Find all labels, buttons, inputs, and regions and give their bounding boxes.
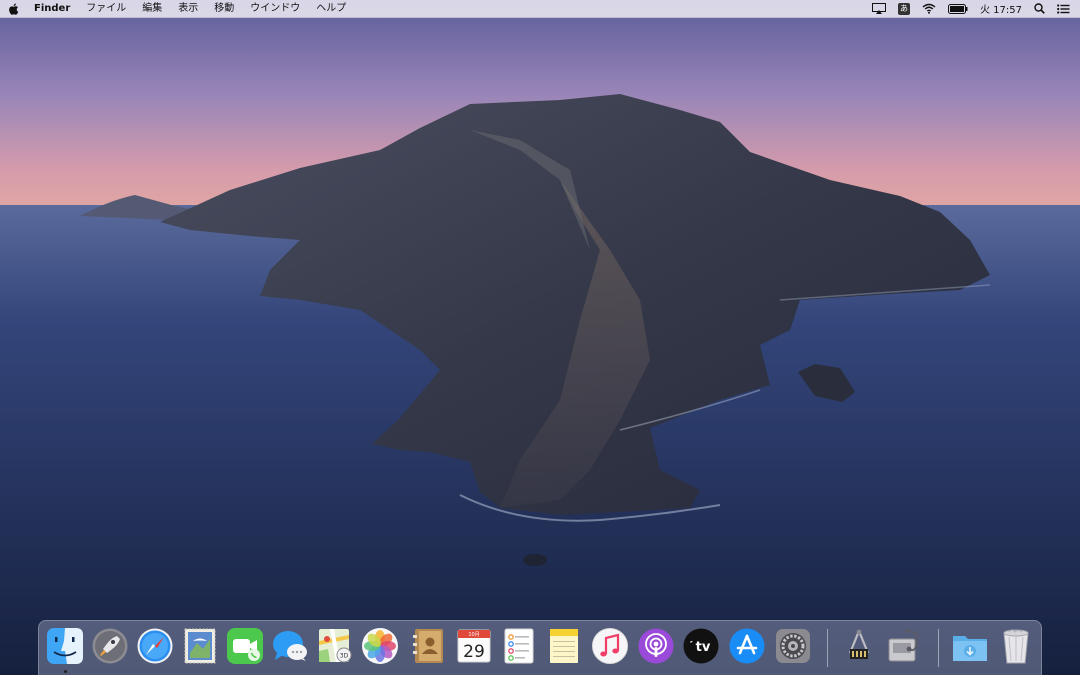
- input-source-icon[interactable]: あ: [892, 0, 916, 17]
- tv-icon[interactable]: tv: [682, 627, 720, 665]
- notes-icon[interactable]: [545, 627, 583, 665]
- calendar-month-label: 10月: [468, 632, 479, 638]
- menu-file[interactable]: ファイル: [78, 0, 134, 17]
- menu-view[interactable]: 表示: [170, 0, 206, 17]
- spotlight-search-icon[interactable]: [1028, 0, 1051, 17]
- safari-icon[interactable]: [136, 627, 174, 665]
- disk-utility-icon[interactable]: [885, 627, 923, 665]
- menu-window[interactable]: ウインドウ: [242, 0, 308, 17]
- dock-separator: [827, 629, 828, 667]
- reminders-icon[interactable]: [500, 627, 538, 665]
- finder-running-indicator: [64, 670, 67, 673]
- mail-icon[interactable]: [181, 627, 219, 665]
- dock: 3D 10月 29 tv: [38, 620, 1042, 675]
- desktop-wallpaper: [0, 0, 1080, 675]
- menu-edit[interactable]: 編集: [134, 0, 170, 17]
- system-information-icon[interactable]: [840, 627, 878, 665]
- launchpad-icon[interactable]: [91, 627, 129, 665]
- music-icon[interactable]: [591, 627, 629, 665]
- tv-label: tv: [696, 640, 711, 655]
- system-preferences-icon[interactable]: [774, 627, 812, 665]
- maps-icon[interactable]: 3D: [316, 627, 354, 665]
- contacts-icon[interactable]: [410, 627, 448, 665]
- menu-bar: Finder ファイル 編集 表示 移動 ウインドウ ヘルプ あ 火 17:57: [0, 0, 1080, 18]
- downloads-folder-icon[interactable]: [951, 627, 989, 665]
- messages-icon[interactable]: [271, 627, 309, 665]
- svg-text:3D: 3D: [340, 653, 349, 660]
- apple-menu-icon[interactable]: [0, 3, 26, 15]
- trash-icon[interactable]: [997, 627, 1035, 665]
- app-store-icon[interactable]: [728, 627, 766, 665]
- status-area: あ 火 17:57: [866, 0, 1080, 17]
- dock-separator: [938, 629, 939, 667]
- airplay-icon[interactable]: [866, 0, 892, 17]
- menu-go[interactable]: 移動: [206, 0, 242, 17]
- notification-center-icon[interactable]: [1051, 0, 1080, 17]
- app-menu-finder[interactable]: Finder: [26, 0, 78, 17]
- input-source-label: あ: [898, 2, 910, 15]
- photos-icon[interactable]: [361, 627, 399, 665]
- calendar-day-label: 29: [463, 642, 485, 662]
- wifi-icon[interactable]: [916, 0, 942, 17]
- finder-icon[interactable]: [46, 627, 84, 665]
- calendar-icon[interactable]: 10月 29: [455, 627, 493, 665]
- clock[interactable]: 火 17:57: [974, 0, 1028, 17]
- podcasts-icon[interactable]: [637, 627, 675, 665]
- facetime-icon[interactable]: [226, 627, 264, 665]
- battery-icon[interactable]: [942, 0, 974, 17]
- menu-help[interactable]: ヘルプ: [308, 0, 354, 17]
